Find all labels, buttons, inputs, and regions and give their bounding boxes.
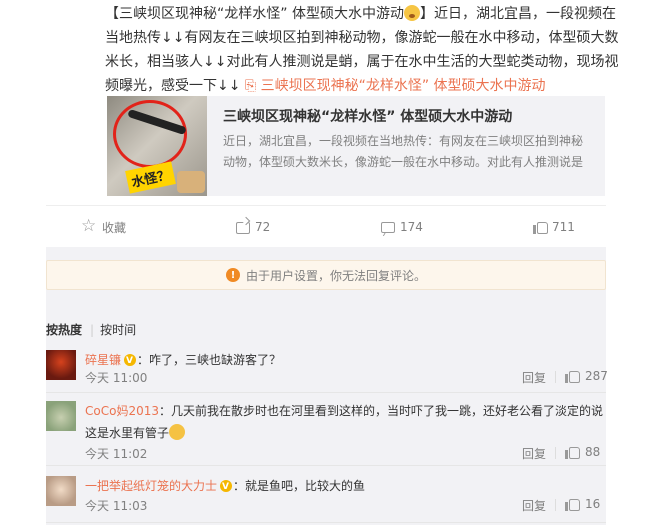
comment-body: CoCo妈2013：几天前我在散步时也在河里看到这样的，当时吓了我一跳，还好老公… <box>85 400 605 444</box>
video-link-label[interactable]: 三峡坝区现神秘“龙样水怪” 体型硕大水中游动 <box>261 78 546 94</box>
comments-section: ! 由于用户设置，你无法回复评论。 按热度 | 按时间 碎星镰 ：咋了，三峡也缺游客了… <box>46 247 608 525</box>
share-card-description: 近日，湖北宜昌，一段视频在当地热传：有网友在三峡坝区拍到神秘动物，体型硕大数米长… <box>223 134 584 169</box>
comment-like-button[interactable]: 88 <box>555 445 601 459</box>
comment-item: 碎星镰 ：咋了，三峡也缺游客了？ 今天 11:00 回复 287 <box>46 349 608 393</box>
comment-like-count: 88 <box>585 445 601 459</box>
comment-item: CoCo妈2013：几天前我在散步时也在河里看到这样的，当时吓了我一跳，还好老公… <box>46 401 606 466</box>
comment-body: 碎星镰 ：咋了，三峡也缺游客了？ <box>85 349 605 372</box>
shared-video-card[interactable]: 水怪？ 三峡坝区现神秘“龙样水怪” 体型硕大水中游动 近日，湖北宜昌，一段视频在… <box>107 96 605 196</box>
thumbs-up-icon <box>565 445 580 459</box>
thumbs-up-icon <box>533 220 548 234</box>
thumbnail-tag: 水怪？ <box>125 161 176 194</box>
highlight-circle <box>113 100 187 168</box>
comment-count: 174 <box>400 220 423 234</box>
divider <box>555 447 556 459</box>
sort-by-time[interactable]: 按时间 <box>100 323 136 337</box>
avatar[interactable] <box>46 476 76 506</box>
vip-badge-icon <box>124 350 137 372</box>
comment-sort-tabs: 按热度 | 按时间 <box>46 321 144 338</box>
comment-username[interactable]: 碎星镰 <box>85 353 121 367</box>
sort-by-hot[interactable]: 按热度 <box>46 323 82 337</box>
post-headline: 【三峡坝区现神秘“龙样水怪” 体型硕大水中游动 <box>105 6 404 22</box>
video-thumbnail[interactable]: 水怪？ <box>107 96 207 196</box>
like-count: 711 <box>552 220 575 234</box>
favorite-label: 收藏 <box>102 220 127 235</box>
weibo-post-card: 【三峡坝区现神秘“龙样水怪” 体型硕大水中游动 】近日，湖北宜昌，一段视频在当地热… <box>0 0 650 525</box>
forward-count: 72 <box>255 220 271 234</box>
comment-button[interactable]: 174 <box>381 206 423 248</box>
comment-time: 今天 11:00 <box>85 371 148 385</box>
avatar[interactable] <box>46 350 76 380</box>
comment-like-count: 16 <box>585 497 601 511</box>
reply-button[interactable]: 回复 <box>522 497 546 514</box>
share-card-title[interactable]: 三峡坝区现神秘“龙样水怪” 体型硕大水中游动 <box>223 106 512 126</box>
comment-item: 一把举起纸灯笼的大力士 ：就是鱼吧，比较大的鱼 今天 11:03 回复 16 <box>46 476 606 523</box>
like-button[interactable]: 711 <box>533 206 575 248</box>
comment-time: 今天 11:03 <box>85 499 148 513</box>
action-bar: 收藏 72 174 711 <box>46 205 606 248</box>
comment-time: 今天 11:02 <box>85 447 148 461</box>
comment-like-count: 287 <box>585 369 608 383</box>
comment-body: 一把举起纸灯笼的大力士 ：就是鱼吧，比较大的鱼 <box>85 475 605 498</box>
comment-like-button[interactable]: 287 <box>555 369 608 383</box>
comment-like-button[interactable]: 16 <box>555 497 601 511</box>
notice-text: 由于用户设置，你无法回复评论。 <box>245 268 426 283</box>
laughing-emoji-icon <box>169 424 186 440</box>
comment-icon <box>381 221 395 233</box>
surprised-emoji-icon <box>403 5 420 21</box>
divider <box>555 371 556 383</box>
warning-icon: ! <box>225 268 240 282</box>
star-icon <box>81 216 97 236</box>
forward-button[interactable]: 72 <box>236 206 270 248</box>
comment-text: ：就是鱼吧，比较大的鱼 <box>233 479 366 493</box>
avatar[interactable] <box>46 401 76 431</box>
vip-badge-icon <box>220 476 233 498</box>
comment-username[interactable]: 一把举起纸灯笼的大力士 <box>85 479 217 493</box>
forward-icon <box>236 222 250 234</box>
video-link[interactable]: ⎘ 三峡坝区现神秘“龙样水怪” 体型硕大水中游动 <box>245 78 546 94</box>
post-text: 【三峡坝区现神秘“龙样水怪” 体型硕大水中游动 】近日，湖北宜昌，一段视频在当地热… <box>105 2 625 98</box>
doge-sticker <box>177 171 205 193</box>
sort-divider: | <box>90 323 95 337</box>
comment-text: ：咋了，三峡也缺游客了？ <box>137 353 282 367</box>
divider <box>555 499 556 511</box>
comment-text: ：几天前我在散步时也在河里看到这样的，当时吓了我一跳，还好老公看了淡定的说这是水… <box>85 404 603 440</box>
favorite-button[interactable]: 收藏 <box>81 206 126 248</box>
comment-username[interactable]: CoCo妈2013 <box>85 404 159 418</box>
reply-button[interactable]: 回复 <box>522 445 546 462</box>
thumbs-up-icon <box>565 497 580 511</box>
thumbs-up-icon <box>565 369 580 383</box>
reply-button[interactable]: 回复 <box>522 369 546 386</box>
reply-disabled-notice: ! 由于用户设置，你无法回复评论。 <box>46 260 606 290</box>
